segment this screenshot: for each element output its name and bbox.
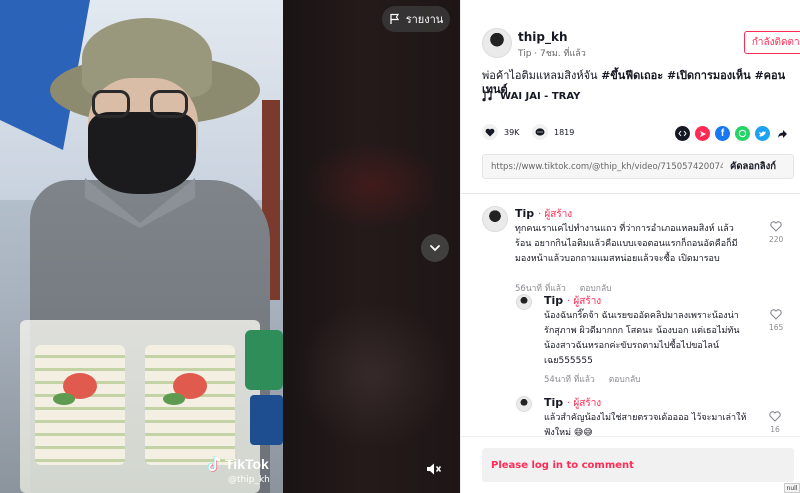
video-cup bbox=[35, 345, 125, 465]
flag-icon bbox=[390, 13, 399, 24]
comment-icon bbox=[535, 127, 545, 136]
comment-item: Tip · ผู้สร้าง ทุกคนเราแค่ไปทำงานแถว ที่… bbox=[482, 206, 794, 294]
creator-badge: · ผู้สร้าง bbox=[538, 209, 573, 220]
video-cup bbox=[145, 345, 235, 465]
chevron-down-icon bbox=[430, 245, 440, 252]
comment-like[interactable]: 220 bbox=[769, 221, 783, 244]
tiktok-watermark: TikTok @thip_kh bbox=[206, 455, 270, 485]
comment-like-count: 220 bbox=[769, 235, 784, 244]
heart-outline-icon bbox=[769, 411, 781, 422]
corner-tag: null bbox=[784, 483, 800, 493]
whatsapp-icon[interactable] bbox=[735, 126, 750, 141]
comment-like-count: 16 bbox=[770, 425, 780, 434]
like-action[interactable]: 39K bbox=[482, 124, 519, 140]
comment-avatar[interactable] bbox=[516, 396, 532, 412]
author-avatar[interactable] bbox=[482, 28, 512, 58]
heart-icon bbox=[485, 128, 495, 136]
comment-like[interactable]: 165 bbox=[769, 309, 783, 332]
comment-avatar[interactable] bbox=[482, 206, 508, 232]
heart-outline-icon bbox=[770, 309, 782, 320]
video-person-mask bbox=[88, 112, 196, 194]
video-green-label bbox=[245, 330, 283, 390]
comment-meta: 54นาที ที่แล้ว ตอบกลับ bbox=[544, 372, 641, 386]
comment-text: น้องฉันกริ๊ดจ้า ฉันเรยขออัดคลิปมาลงเพราะ… bbox=[544, 311, 740, 366]
reply-item: Tip · ผู้สร้าง แล้วสำคัญน้องไม่ใช่สายตรว… bbox=[516, 396, 794, 436]
facebook-icon[interactable]: f bbox=[715, 126, 730, 141]
share-arrow-icon[interactable] bbox=[775, 126, 790, 141]
video-frame bbox=[0, 0, 283, 493]
video-blue-label bbox=[250, 395, 283, 445]
comment-list: Tip · ผู้สร้าง ทุกคนเราแค่ไปทำงานแถว ที่… bbox=[461, 194, 800, 436]
like-count: 39K bbox=[504, 127, 520, 137]
comment-count: 1819 bbox=[554, 127, 575, 137]
watermark-brand: TikTok bbox=[225, 456, 269, 472]
music-note-icon bbox=[482, 91, 492, 102]
video-details-panel: thip_kh Tip · 7ชม. ที่แล้ว กำลังติดตาม พ… bbox=[460, 0, 800, 493]
comment-author[interactable]: Tip · ผู้สร้าง bbox=[515, 207, 572, 222]
send-icon[interactable] bbox=[695, 126, 710, 141]
login-to-comment-button[interactable]: Please log in to comment bbox=[482, 448, 794, 482]
comment-author[interactable]: Tip · ผู้สร้าง bbox=[544, 396, 601, 411]
video-link[interactable]: https://www.tiktok.com/@thip_kh/video/71… bbox=[483, 162, 723, 172]
video-player[interactable]: รายงาน TikTok @thip_kh bbox=[0, 0, 460, 493]
report-label: รายงาน bbox=[405, 13, 444, 26]
watermark-handle: @thip_kh bbox=[228, 475, 270, 485]
twitter-icon[interactable] bbox=[755, 126, 770, 141]
comment-author[interactable]: Tip · ผู้สร้าง bbox=[544, 294, 601, 309]
next-video-button[interactable] bbox=[421, 234, 449, 262]
share-buttons: f bbox=[675, 126, 790, 141]
video-person-glasses-right bbox=[150, 90, 188, 118]
comment-avatar[interactable] bbox=[516, 294, 532, 310]
creator-badge: · ผู้สร้าง bbox=[567, 296, 602, 307]
comment-like[interactable]: 16 bbox=[769, 411, 781, 434]
like-button[interactable] bbox=[482, 124, 498, 140]
reply-item: Tip · ผู้สร้าง น้องฉันกริ๊ดจ้า ฉันเรยขออ… bbox=[516, 294, 794, 386]
speaker-muted-icon bbox=[427, 463, 442, 475]
tiktok-video-page: รายงาน TikTok @thip_kh thip_kh Tip · 7ชม… bbox=[0, 0, 800, 493]
music-link[interactable]: WAI JAI - TRAY bbox=[482, 91, 580, 102]
comment-action[interactable]: 1819 bbox=[532, 124, 574, 140]
copy-link-box: https://www.tiktok.com/@thip_kh/video/71… bbox=[482, 154, 794, 179]
comment-button[interactable] bbox=[532, 124, 548, 140]
mute-button[interactable] bbox=[423, 458, 445, 480]
comment-meta: 56นาที ที่แล้ว ตอบกลับ bbox=[515, 281, 612, 295]
embed-icon[interactable] bbox=[675, 126, 690, 141]
author-subtitle: Tip · 7ชม. ที่แล้ว bbox=[518, 49, 586, 59]
creator-badge: · ผู้สร้าง bbox=[567, 398, 602, 409]
comment-login-area: Please log in to comment bbox=[461, 436, 800, 493]
music-title: WAI JAI - TRAY bbox=[500, 91, 581, 102]
action-bar: 39K 1819 f bbox=[482, 124, 794, 144]
following-button[interactable]: กำลังติดตาม bbox=[744, 31, 800, 54]
comment-time: 54นาที ที่แล้ว bbox=[544, 375, 595, 385]
comment-time: 56นาที ที่แล้ว bbox=[515, 284, 566, 294]
reply-button[interactable]: ตอบกลับ bbox=[609, 372, 641, 386]
caption-text: พ่อค้าไอติมแหลมสิงห์จัน bbox=[482, 69, 602, 82]
report-button[interactable]: รายงาน bbox=[382, 6, 450, 32]
author-name[interactable]: thip_kh bbox=[518, 30, 568, 44]
heart-outline-icon bbox=[770, 221, 782, 232]
video-person-glasses-left bbox=[92, 90, 130, 118]
tiktok-logo-icon bbox=[207, 456, 221, 472]
comment-text: ทุกคนเราแค่ไปทำงานแถว ที่ว่าการอำเภอแหลม… bbox=[515, 224, 738, 264]
comment-text: แล้วสำคัญน้องไม่ใช่สายตรวจเด้ออออ ไว้จะม… bbox=[544, 413, 747, 436]
copy-link-button[interactable]: คัดลอกลิงก์ bbox=[730, 159, 776, 174]
reply-button[interactable]: ตอบกลับ bbox=[580, 281, 612, 295]
comment-like-count: 165 bbox=[769, 323, 784, 332]
author-row: thip_kh Tip · 7ชม. ที่แล้ว กำลังติดตาม bbox=[482, 28, 800, 60]
